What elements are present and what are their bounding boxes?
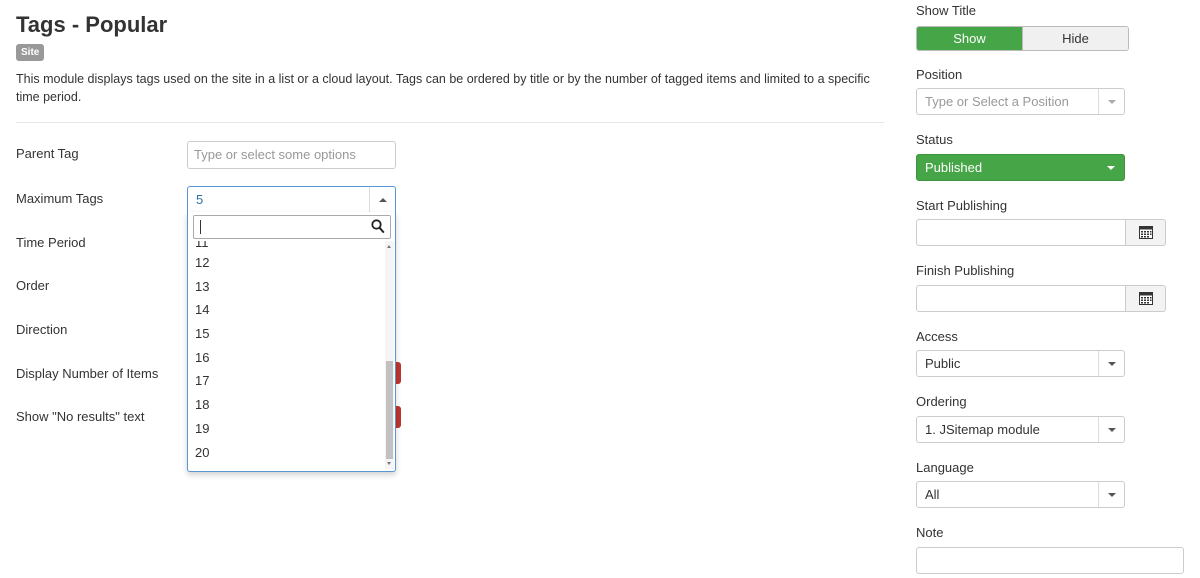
chevron-down-icon[interactable] [1098, 89, 1124, 114]
language-select[interactable]: All [916, 481, 1125, 508]
order-label: Order [16, 278, 50, 293]
ordering-value: 1. JSitemap module [925, 422, 1040, 437]
maximum-tags-label: Maximum Tags [16, 191, 104, 206]
language-value: All [925, 487, 940, 502]
maximum-tags-dropdown: 11 12 13 14 15 16 17 18 19 20 [187, 212, 396, 472]
calendar-icon [1138, 292, 1153, 305]
divider [16, 122, 884, 123]
position-placeholder: Type or Select a Position [925, 94, 1069, 109]
chevron-down-icon[interactable] [1098, 155, 1124, 180]
scroll-up-icon[interactable] [387, 245, 391, 248]
status-select[interactable]: Published [916, 154, 1125, 181]
position-select[interactable]: Type or Select a Position [916, 88, 1125, 115]
chevron-down-icon[interactable] [1098, 482, 1124, 507]
text-cursor [200, 220, 201, 234]
dropdown-option[interactable]: 14 [188, 298, 385, 322]
chevron-down-icon[interactable] [1098, 417, 1124, 442]
site-badge: Site [16, 44, 45, 61]
ordering-select[interactable]: 1. JSitemap module [916, 416, 1125, 443]
maximum-tags-select[interactable]: 5 [187, 186, 396, 213]
time-period-label: Time Period [16, 235, 86, 250]
maximum-tags-value: 5 [196, 192, 204, 207]
calendar-icon [1138, 226, 1153, 239]
display-number-label: Display Number of Items [16, 366, 159, 381]
direction-label: Direction [16, 322, 68, 337]
start-publishing-calendar-button[interactable] [1125, 219, 1166, 246]
finish-publishing-input[interactable] [916, 285, 1126, 312]
dropdown-option[interactable]: 20 [188, 441, 385, 465]
scrollbar-thumb[interactable] [386, 361, 393, 459]
dropdown-option[interactable]: 12 [188, 251, 385, 275]
parent-tag-label: Parent Tag [16, 146, 79, 161]
dropdown-option[interactable]: 13 [188, 275, 385, 299]
display-number-toggle[interactable] [396, 362, 401, 384]
dropdown-search-input[interactable] [193, 215, 391, 239]
parent-tag-input[interactable]: Type or select some options [187, 141, 396, 169]
access-value: Public [925, 356, 961, 371]
page-title: Tags - Popular [16, 12, 168, 37]
finish-publishing-calendar-button[interactable] [1125, 285, 1166, 312]
access-label: Access [916, 329, 958, 344]
show-button[interactable]: Show [917, 27, 1022, 50]
start-publishing-label: Start Publishing [916, 198, 1008, 213]
language-label: Language [916, 460, 974, 475]
ordering-label: Ordering [916, 394, 967, 409]
start-publishing-input[interactable] [916, 219, 1126, 246]
dropdown-option[interactable]: 18 [188, 393, 385, 417]
note-input[interactable] [916, 547, 1184, 574]
scroll-down-icon[interactable] [387, 462, 391, 465]
dropdown-option[interactable]: 16 [188, 346, 385, 370]
status-value: Published [925, 160, 983, 175]
dropdown-option[interactable]: 15 [188, 322, 385, 346]
dropdown-option[interactable]: 11 [188, 241, 385, 251]
dropdown-option[interactable]: 19 [188, 417, 385, 441]
module-description: This module displays tags used on the si… [16, 72, 870, 104]
status-label: Status [916, 132, 953, 147]
access-select[interactable]: Public [916, 350, 1125, 377]
note-label: Note [916, 525, 944, 540]
finish-publishing-field [916, 285, 1166, 312]
show-title-label: Show Title [916, 3, 976, 18]
chevron-up-icon[interactable] [369, 187, 395, 212]
show-title-toggle[interactable]: Show Hide [916, 26, 1129, 51]
hide-button[interactable]: Hide [1022, 27, 1128, 50]
dropdown-options-list: 11 12 13 14 15 16 17 18 19 20 [188, 241, 385, 471]
no-results-label: Show "No results" text [16, 409, 145, 424]
chevron-down-icon[interactable] [1098, 351, 1124, 376]
start-publishing-field [916, 219, 1166, 246]
position-label: Position [916, 67, 963, 82]
dropdown-scrollbar[interactable] [385, 241, 394, 469]
parent-tag-placeholder: Type or select some options [194, 147, 356, 162]
search-icon [371, 219, 385, 234]
no-results-toggle[interactable] [396, 406, 401, 428]
finish-publishing-label: Finish Publishing [916, 263, 1015, 278]
dropdown-option[interactable]: 17 [188, 369, 385, 393]
